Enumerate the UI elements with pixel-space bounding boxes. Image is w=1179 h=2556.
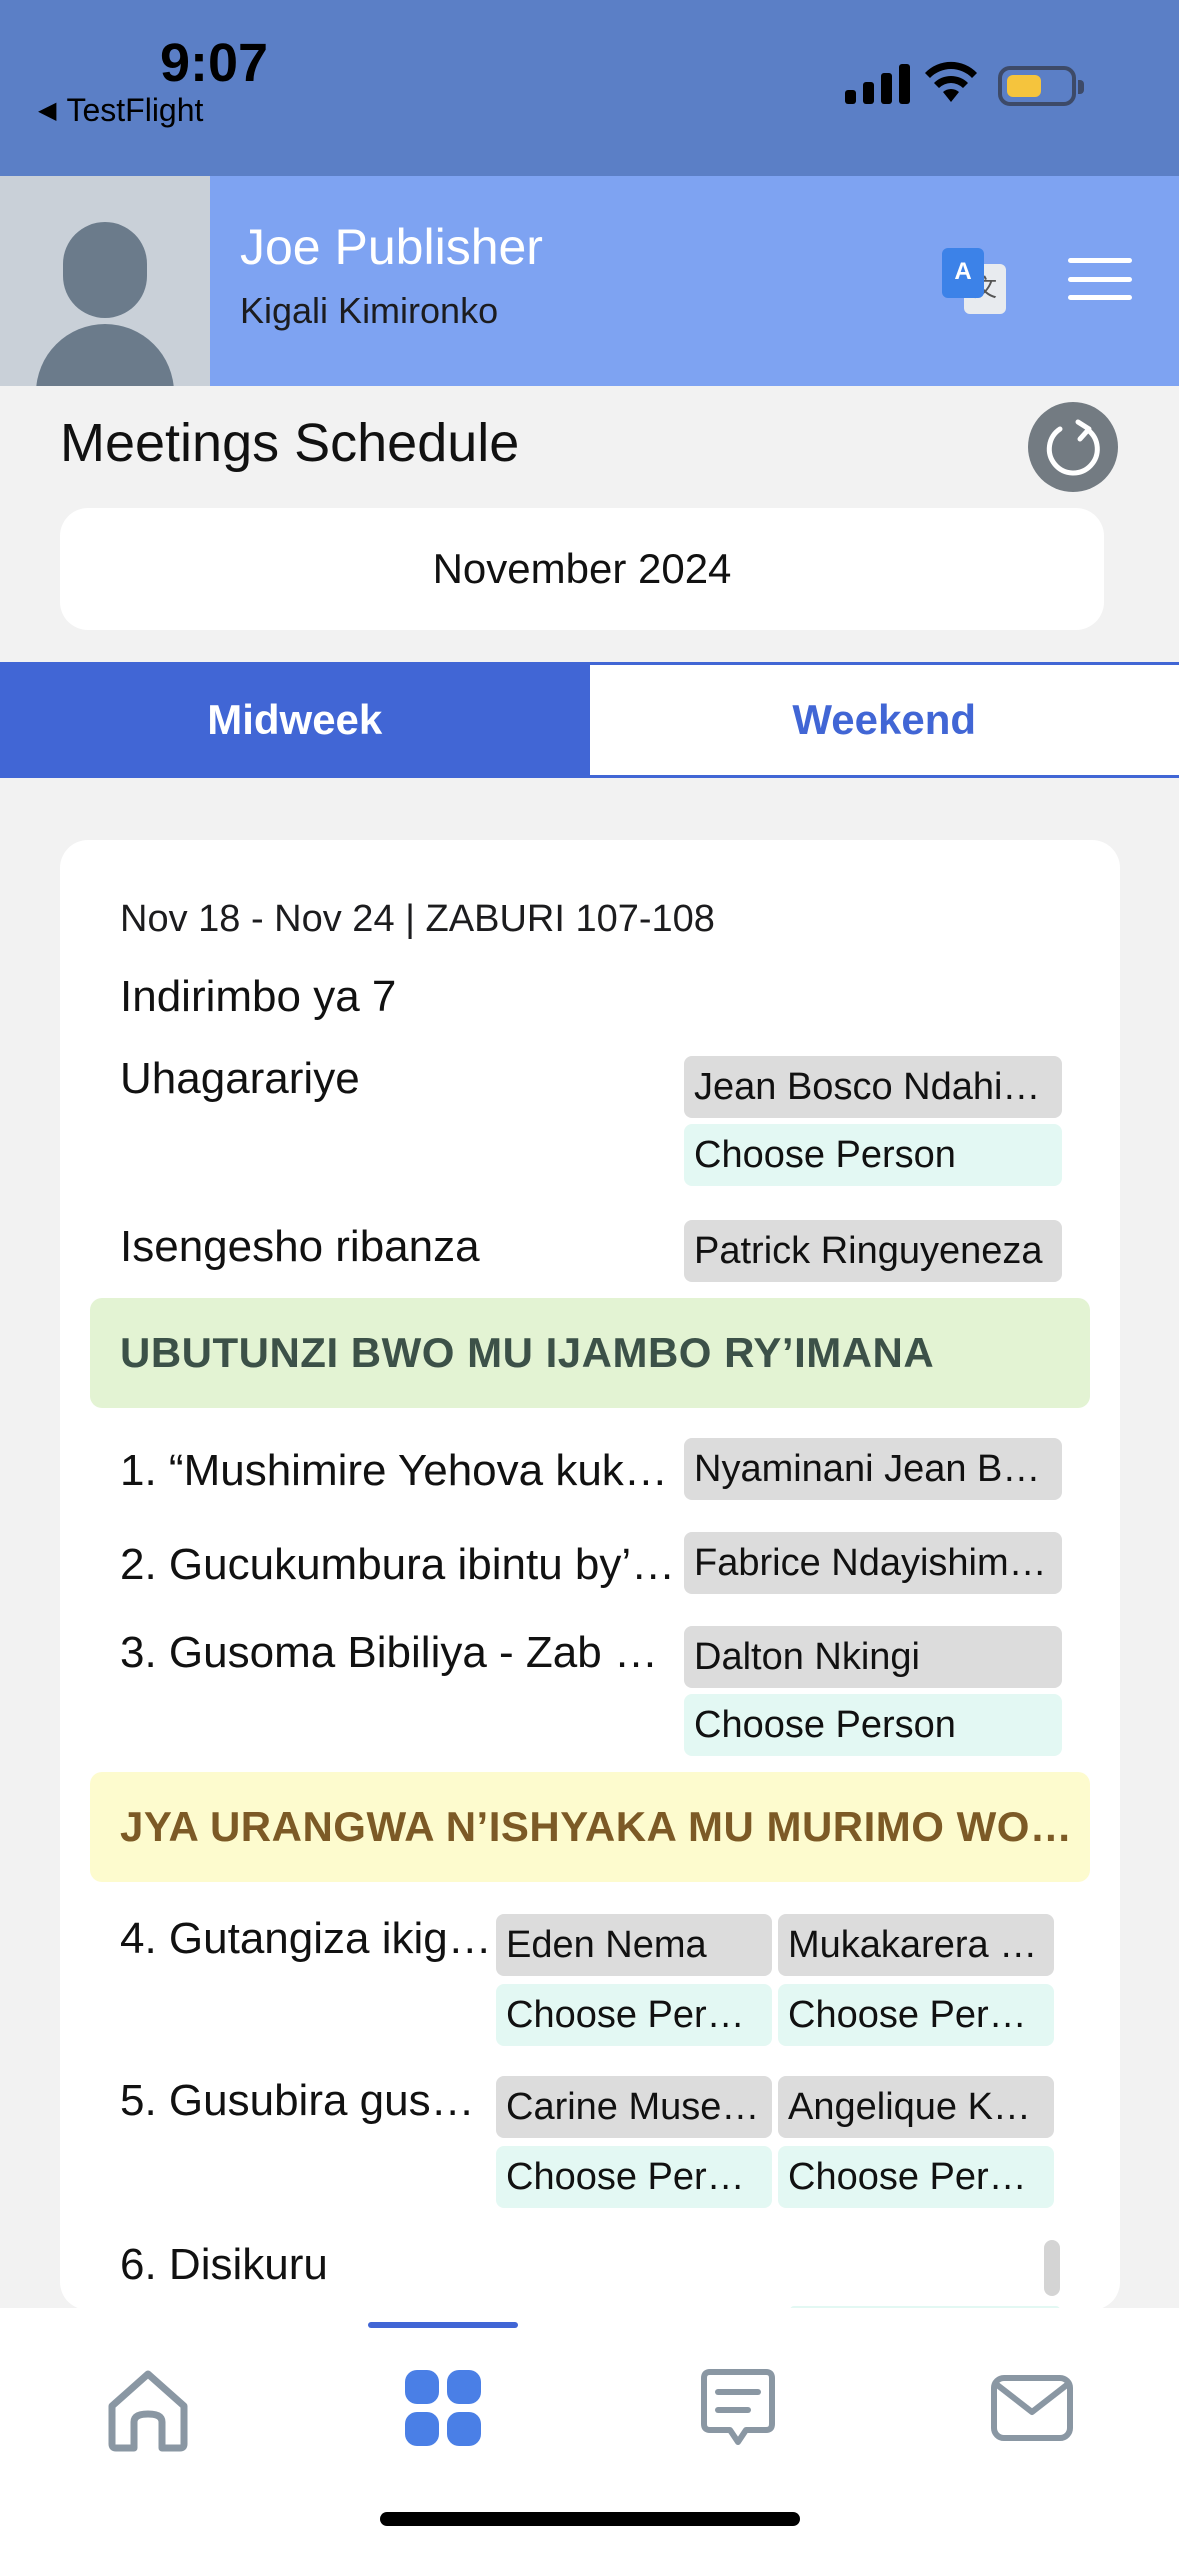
refresh-button[interactable] bbox=[1028, 402, 1118, 492]
opening-prayer-person[interactable]: Patrick Ringuyeneza bbox=[684, 1220, 1062, 1282]
part-1-label: 1. “Mushimire Yehova kuko… bbox=[120, 1446, 680, 1495]
part-6-label: 6. Disikuru bbox=[120, 2240, 328, 2289]
user-name: Joe Publisher bbox=[240, 219, 543, 275]
part-1-person[interactable]: Nyaminani Jean B… bbox=[684, 1438, 1062, 1500]
chat-icon bbox=[701, 2369, 775, 2445]
part-5-label: 5. Gusubira gusura bbox=[120, 2076, 492, 2125]
choose-person-button[interactable]: Choose Person bbox=[684, 1124, 1062, 1186]
opening-song: Indirimbo ya 7 bbox=[120, 972, 397, 1021]
chairman-person[interactable]: Jean Bosco Ndahi… bbox=[684, 1056, 1062, 1118]
home-indicator[interactable] bbox=[380, 2512, 800, 2526]
status-time: 9:07 bbox=[160, 33, 269, 93]
opening-prayer-label: Isengesho ribanza bbox=[120, 1222, 480, 1271]
schedule-card: Nov 18 - Nov 24 | ZABURI 107-108 Indirim… bbox=[60, 840, 1120, 2310]
page-title: Meetings Schedule bbox=[60, 413, 520, 473]
mail-icon bbox=[991, 2375, 1073, 2441]
section-treasures: UBUTUNZI BWO MU IJAMBO RY’IMANA bbox=[90, 1298, 1090, 1408]
person-icon bbox=[63, 222, 147, 318]
nav-messages[interactable] bbox=[678, 2348, 798, 2468]
part-3-person[interactable]: Dalton Nkingi bbox=[684, 1626, 1062, 1688]
choose-person-button[interactable]: Choose Person bbox=[684, 1694, 1062, 1756]
nav-home[interactable] bbox=[88, 2348, 208, 2468]
choose-person-button[interactable]: Choose Person bbox=[778, 2146, 1054, 2208]
status-bar: 9:07 ◀ TestFlight bbox=[0, 0, 1179, 176]
active-tab-indicator bbox=[368, 2322, 518, 2328]
back-to-testflight[interactable]: ◀ TestFlight bbox=[38, 92, 203, 129]
back-app-label: TestFlight bbox=[66, 92, 204, 128]
translate-icon[interactable]: 文 A bbox=[942, 248, 1006, 314]
choose-person-button[interactable]: Choose Person bbox=[496, 1984, 772, 2046]
section-ministry: JYA URANGWA N’ISHYAKA MU MURIMO WO… bbox=[90, 1772, 1090, 1882]
tab-weekend[interactable]: Weekend bbox=[589, 665, 1179, 775]
part-4-assistant[interactable]: Mukakarera J… bbox=[778, 1914, 1054, 1976]
part-4-label: 4. Gutangiza ikig… bbox=[120, 1914, 492, 1963]
profile-header: Joe Publisher Kigali Kimironko 文 A bbox=[0, 176, 1179, 386]
part-4-person[interactable]: Eden Nema bbox=[496, 1914, 772, 1976]
user-congregation: Kigali Kimironko bbox=[240, 290, 499, 331]
scrollbar[interactable] bbox=[1044, 2240, 1060, 2296]
part-5-assistant[interactable]: Angelique K… bbox=[778, 2076, 1054, 2138]
hamburger-menu-icon[interactable] bbox=[1068, 258, 1132, 300]
wifi-icon bbox=[925, 61, 977, 102]
avatar[interactable] bbox=[0, 176, 210, 386]
cellular-signal-icon bbox=[845, 62, 910, 104]
part-2-label: 2. Gucukumbura ibintu by’… bbox=[120, 1540, 676, 1589]
tab-midweek[interactable]: Midweek bbox=[0, 665, 590, 775]
part-3-label: 3. Gusoma Bibiliya - Zab 10… bbox=[120, 1628, 680, 1677]
nav-mail[interactable] bbox=[972, 2348, 1092, 2468]
chairman-label: Uhagarariye bbox=[120, 1054, 360, 1103]
grid-icon bbox=[405, 2370, 481, 2446]
choose-person-button[interactable]: Choose Person bbox=[778, 1984, 1054, 2046]
meeting-tabs: Midweek Weekend bbox=[0, 662, 1179, 778]
choose-person-button[interactable]: Choose Person bbox=[496, 2146, 772, 2208]
home-icon bbox=[108, 2370, 188, 2452]
part-2-person[interactable]: Fabrice Ndayishimiye bbox=[684, 1532, 1062, 1594]
month-selector[interactable]: November 2024 bbox=[60, 508, 1104, 630]
nav-schedule[interactable] bbox=[383, 2348, 503, 2468]
back-arrow-icon: ◀ bbox=[38, 97, 57, 124]
battery-icon bbox=[998, 66, 1084, 106]
part-5-person[interactable]: Carine Muse… bbox=[496, 2076, 772, 2138]
refresh-icon bbox=[1046, 419, 1100, 476]
week-range: Nov 18 - Nov 24 | ZABURI 107-108 bbox=[120, 898, 715, 940]
